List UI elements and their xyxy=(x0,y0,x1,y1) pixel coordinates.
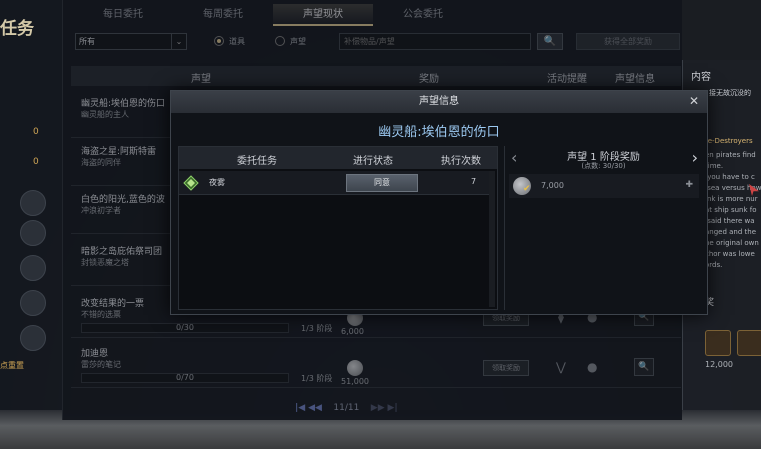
row-sub: 不错的选票 xyxy=(81,310,121,319)
row-sub: 幽灵船的主人 xyxy=(81,110,129,119)
row-reward-value: 6,000 xyxy=(341,327,364,336)
content-subtitle: 接无故沉没的 xyxy=(709,89,751,97)
page-indicator: 11/11 xyxy=(333,403,360,413)
content-quest-title: re-Destroyers xyxy=(705,137,753,145)
header-task: 委托任务 xyxy=(237,156,277,167)
quest-table-header: 委托任务 进行状态 执行次数 xyxy=(179,147,497,169)
tab-weekly[interactable]: 每周委托 xyxy=(173,4,273,26)
content-header: 内容 xyxy=(691,72,711,83)
reward-item-icon[interactable] xyxy=(737,330,761,356)
row-name: 白色的阳光,蓝色的波 xyxy=(81,195,165,205)
reward-item-value: 7,000 xyxy=(541,181,564,190)
reward-item-quantity: 12,000 xyxy=(705,360,733,369)
left-count-1: 0 xyxy=(33,127,39,137)
pin-icon[interactable]: ✚ xyxy=(685,180,693,190)
modal-subtitle: 幽灵船:埃伯恩的伤口 xyxy=(378,125,500,140)
close-icon[interactable]: ✕ xyxy=(689,94,699,108)
modal-title: 声望信息 xyxy=(171,91,707,113)
claim-reward-button[interactable]: 领取奖励 xyxy=(483,360,529,376)
table-row[interactable]: 加迪恩 雷莎的笔记 0/70 1/3 阶段 51,000 领取奖励 ⋁ ● 🔍 xyxy=(71,342,681,388)
check-icon: ✔ xyxy=(523,184,531,194)
quest-name: 夜雾 xyxy=(209,178,225,187)
row-name: 改变结果的一票 xyxy=(81,299,145,309)
row-progress-bar: 0/30 xyxy=(81,323,289,333)
row-name: 幽灵船:埃伯恩的伤口 xyxy=(81,99,166,109)
left-slot[interactable] xyxy=(20,190,46,216)
header-event: 活动提醒 xyxy=(547,74,587,85)
row-name: 海盗之星:阿斯特雷 xyxy=(81,147,157,157)
left-slot[interactable] xyxy=(20,290,46,316)
quest-row[interactable]: 夜雾 同意 7 xyxy=(179,171,489,195)
radio-item-label: 道具 xyxy=(229,37,245,46)
search-button[interactable]: 🔍 xyxy=(537,33,563,50)
claim-all-button[interactable]: 获得全部奖励 xyxy=(576,33,680,50)
stage-reward-pane: 声望 1 阶段奖励 (点数: 30/30) ‹ › ✔ 7,000 ✚ xyxy=(504,146,759,310)
header-status: 进行状态 xyxy=(353,156,393,167)
left-quest-panel: 任务 0 0 点重置 xyxy=(0,0,62,410)
content-story-text: en pirates find time. you have to c sea … xyxy=(705,151,761,269)
table-header: 声望 奖励 活动提醒 声望信息 xyxy=(71,66,681,86)
last-page-button[interactable]: ▶| xyxy=(388,403,398,413)
search-icon: 🔍 xyxy=(543,36,557,47)
row-sub: 海盗的同伴 xyxy=(81,158,121,167)
row-progress-bar: 0/70 xyxy=(81,373,289,383)
header-info: 声望信息 xyxy=(615,74,655,85)
row-name: 加迪恩 xyxy=(81,349,109,359)
quest-count: 7 xyxy=(471,177,477,186)
left-slot[interactable] xyxy=(20,220,46,246)
radio-reputation[interactable] xyxy=(275,36,285,46)
row-sub: 冲浪初学者 xyxy=(81,206,121,215)
chevron-right-icon[interactable]: › xyxy=(692,148,698,167)
header-count: 执行次数 xyxy=(441,156,481,167)
filter-select[interactable]: 所有 ⌄ xyxy=(75,33,187,50)
chevron-down-icon: ⌄ xyxy=(171,34,186,49)
chat-icon[interactable]: ● xyxy=(587,360,597,374)
pagination: |◀ ◀◀ 11/11 ▶▶ ▶| xyxy=(295,403,398,413)
row-stage: 1/3 阶段 xyxy=(301,374,333,383)
stage-points-progress: (点数: 30/30) xyxy=(581,162,626,170)
left-slot[interactable] xyxy=(20,255,46,281)
radio-reputation-label: 声望 xyxy=(290,37,306,46)
next-page-button[interactable]: ▶▶ xyxy=(371,403,385,413)
tab-reputation[interactable]: 声望现状 xyxy=(273,4,373,26)
search-input[interactable]: 补偿物品/声望 xyxy=(339,33,531,50)
tab-guild[interactable]: 公会委托 xyxy=(373,4,473,26)
reputation-info-modal: 声望信息 ✕ 幽灵船:埃伯恩的伤口 委托任务 进行状态 执行次数 夜雾 同意 7… xyxy=(170,90,759,315)
reward-item-icon[interactable] xyxy=(705,330,731,356)
chevron-left-icon[interactable]: ‹ xyxy=(511,148,517,167)
scrollbar[interactable] xyxy=(489,171,495,307)
event-marker-icon[interactable]: ⋁ xyxy=(556,360,566,374)
left-slot[interactable] xyxy=(20,325,46,351)
radio-item[interactable] xyxy=(214,36,224,46)
prev-page-button[interactable]: ◀◀ xyxy=(308,403,322,413)
tab-bar: 每日委托 每周委托 声望现状 公会委托 xyxy=(73,4,673,26)
header-reward: 奖励 xyxy=(419,74,439,85)
tab-daily[interactable]: 每日委托 xyxy=(73,4,173,26)
reward-item[interactable]: ✔ 7,000 ✚ xyxy=(509,174,699,198)
filter-select-value: 所有 xyxy=(79,37,95,46)
row-sub: 雷莎的笔记 xyxy=(81,360,121,369)
silver-coin-icon xyxy=(347,360,363,376)
search-icon[interactable]: 🔍 xyxy=(634,358,654,376)
row-sub: 封锁恶魔之塔 xyxy=(81,258,129,267)
header-reputation: 声望 xyxy=(191,74,211,85)
left-reset-label: 点重置 xyxy=(0,361,24,370)
quest-leaf-icon xyxy=(183,175,199,191)
row-name: 暗影之岛庇佑祭司团 xyxy=(81,247,163,257)
first-page-button[interactable]: |◀ xyxy=(295,403,305,413)
row-stage: 1/3 阶段 xyxy=(301,324,333,333)
left-panel-title: 任务 xyxy=(0,19,34,39)
row-reward-value: 51,000 xyxy=(341,377,369,386)
quest-table: 委托任务 进行状态 执行次数 夜雾 同意 7 xyxy=(178,146,498,310)
accept-button[interactable]: 同意 xyxy=(346,174,418,192)
left-count-2: 0 xyxy=(33,157,39,167)
